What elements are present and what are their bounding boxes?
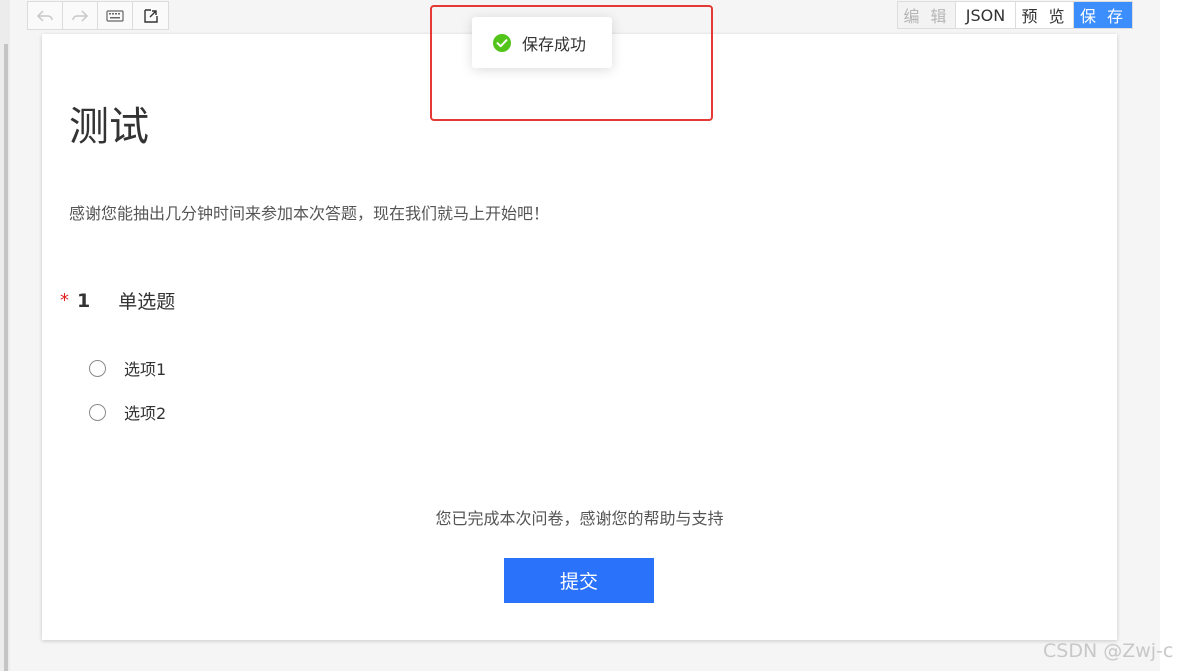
radio-button[interactable] bbox=[89, 359, 106, 377]
success-check-icon bbox=[493, 33, 511, 52]
save-button[interactable]: 保 存 bbox=[1074, 2, 1132, 28]
keyboard-button[interactable] bbox=[98, 2, 133, 29]
mode-toolbar: 编 辑 JSON 预 览 保 存 bbox=[897, 1, 1133, 29]
option-label: 选项1 bbox=[124, 360, 167, 379]
json-button[interactable]: JSON bbox=[956, 2, 1016, 28]
option-2[interactable]: 选项2 bbox=[89, 400, 166, 424]
option-1[interactable]: 选项1 bbox=[89, 356, 166, 380]
survey-title: 测试 bbox=[69, 104, 149, 150]
toast-message: 保存成功 bbox=[522, 34, 587, 54]
right-panel-edge bbox=[1160, 0, 1180, 671]
required-mark: * bbox=[60, 290, 69, 311]
question-header: * 1 单选题 bbox=[60, 287, 175, 314]
import-icon bbox=[143, 8, 158, 23]
left-panel-edge bbox=[0, 0, 10, 671]
import-button[interactable] bbox=[133, 2, 168, 29]
success-toast: 保存成功 bbox=[472, 17, 612, 68]
preview-button[interactable]: 预 览 bbox=[1016, 2, 1074, 28]
watermark: CSDN @Zwj-c bbox=[1043, 640, 1174, 662]
survey-card: 测试 感谢您能抽出几分钟时间来参加本次答题，现在我们就马上开始吧！ * 1 单选… bbox=[42, 34, 1117, 640]
redo-button[interactable] bbox=[63, 2, 98, 29]
undo-button[interactable] bbox=[28, 2, 63, 29]
edit-button[interactable]: 编 辑 bbox=[898, 2, 956, 28]
option-label: 选项2 bbox=[124, 404, 167, 423]
left-divider bbox=[4, 44, 8, 671]
redo-icon bbox=[72, 9, 89, 22]
editor-window: 编 辑 JSON 预 览 保 存 测试 感谢您能抽出几分钟时间来参加本次答题，现… bbox=[0, 0, 1180, 671]
completion-text: 您已完成本次问卷，感谢您的帮助与支持 bbox=[435, 509, 724, 528]
submit-button[interactable]: 提交 bbox=[504, 558, 654, 603]
question-number: 1 bbox=[77, 289, 91, 312]
survey-description: 感谢您能抽出几分钟时间来参加本次答题，现在我们就马上开始吧！ bbox=[69, 204, 550, 223]
question-title: 单选题 bbox=[118, 291, 176, 313]
undo-icon bbox=[36, 9, 53, 22]
history-toolbar bbox=[27, 1, 169, 30]
radio-button[interactable] bbox=[89, 403, 106, 421]
keyboard-icon bbox=[106, 9, 124, 22]
